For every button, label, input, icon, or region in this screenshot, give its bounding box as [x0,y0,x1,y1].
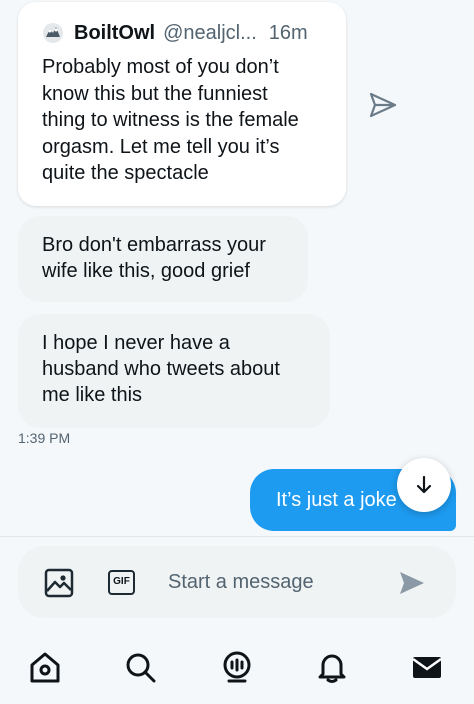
message-input[interactable] [168,568,388,596]
search-icon[interactable] [123,650,157,684]
image-icon[interactable] [44,568,74,598]
spaces-icon[interactable] [220,650,254,684]
message-line: me like this [42,384,143,406]
quoted-tweet-time: 16m [268,21,308,44]
received-message-bubble[interactable]: I hope I never have a husband who tweets… [18,314,330,428]
message-line: Bro don't embarrass your [42,234,266,256]
message-line: I hope I never have a [42,332,230,354]
quoted-tweet-line: know this but the funniest [42,82,268,105]
quoted-tweet-line: Probably most of you don’t [42,56,279,78]
home-icon[interactable] [28,650,62,684]
quoted-tweet-text: Probably most of you don’t know this but… [42,54,342,187]
quoted-tweet-line: quite the spectacle [42,162,209,184]
share-icon[interactable] [368,91,398,119]
quoted-tweet-line: orgasm. Let me tell you it’s [42,135,280,158]
gif-icon[interactable]: GIF [108,570,135,595]
message-line: wife like this, good grief [42,260,250,282]
message-line: husband who tweets about [42,358,280,380]
avatar [43,23,63,43]
bottom-navigation [0,632,474,704]
messages-icon[interactable] [410,650,444,684]
quoted-author-handle: @nealjcl... [163,21,257,44]
scroll-to-bottom-button[interactable] [397,458,451,512]
quoted-tweet-line: thing to witness is the female [42,109,299,131]
divider [0,536,474,537]
message-timestamp: 1:39 PM [18,430,71,446]
message-composer: GIF [18,546,456,618]
quoted-author-name: BoiltOwl [74,21,156,44]
quoted-tweet-header: BoiltOwl @nealjcl... 16m [42,20,308,46]
arrow-down-icon [416,475,432,494]
notifications-icon[interactable] [315,650,349,684]
message-thread[interactable]: BoiltOwl @nealjcl... 16m Probably most o… [0,0,474,536]
send-icon[interactable] [398,570,426,596]
quoted-tweet-card[interactable]: BoiltOwl @nealjcl... 16m Probably most o… [18,2,346,206]
received-message-bubble[interactable]: Bro don't embarrass your wife like this,… [18,216,308,302]
message-text: It’s just a joke [276,489,397,511]
